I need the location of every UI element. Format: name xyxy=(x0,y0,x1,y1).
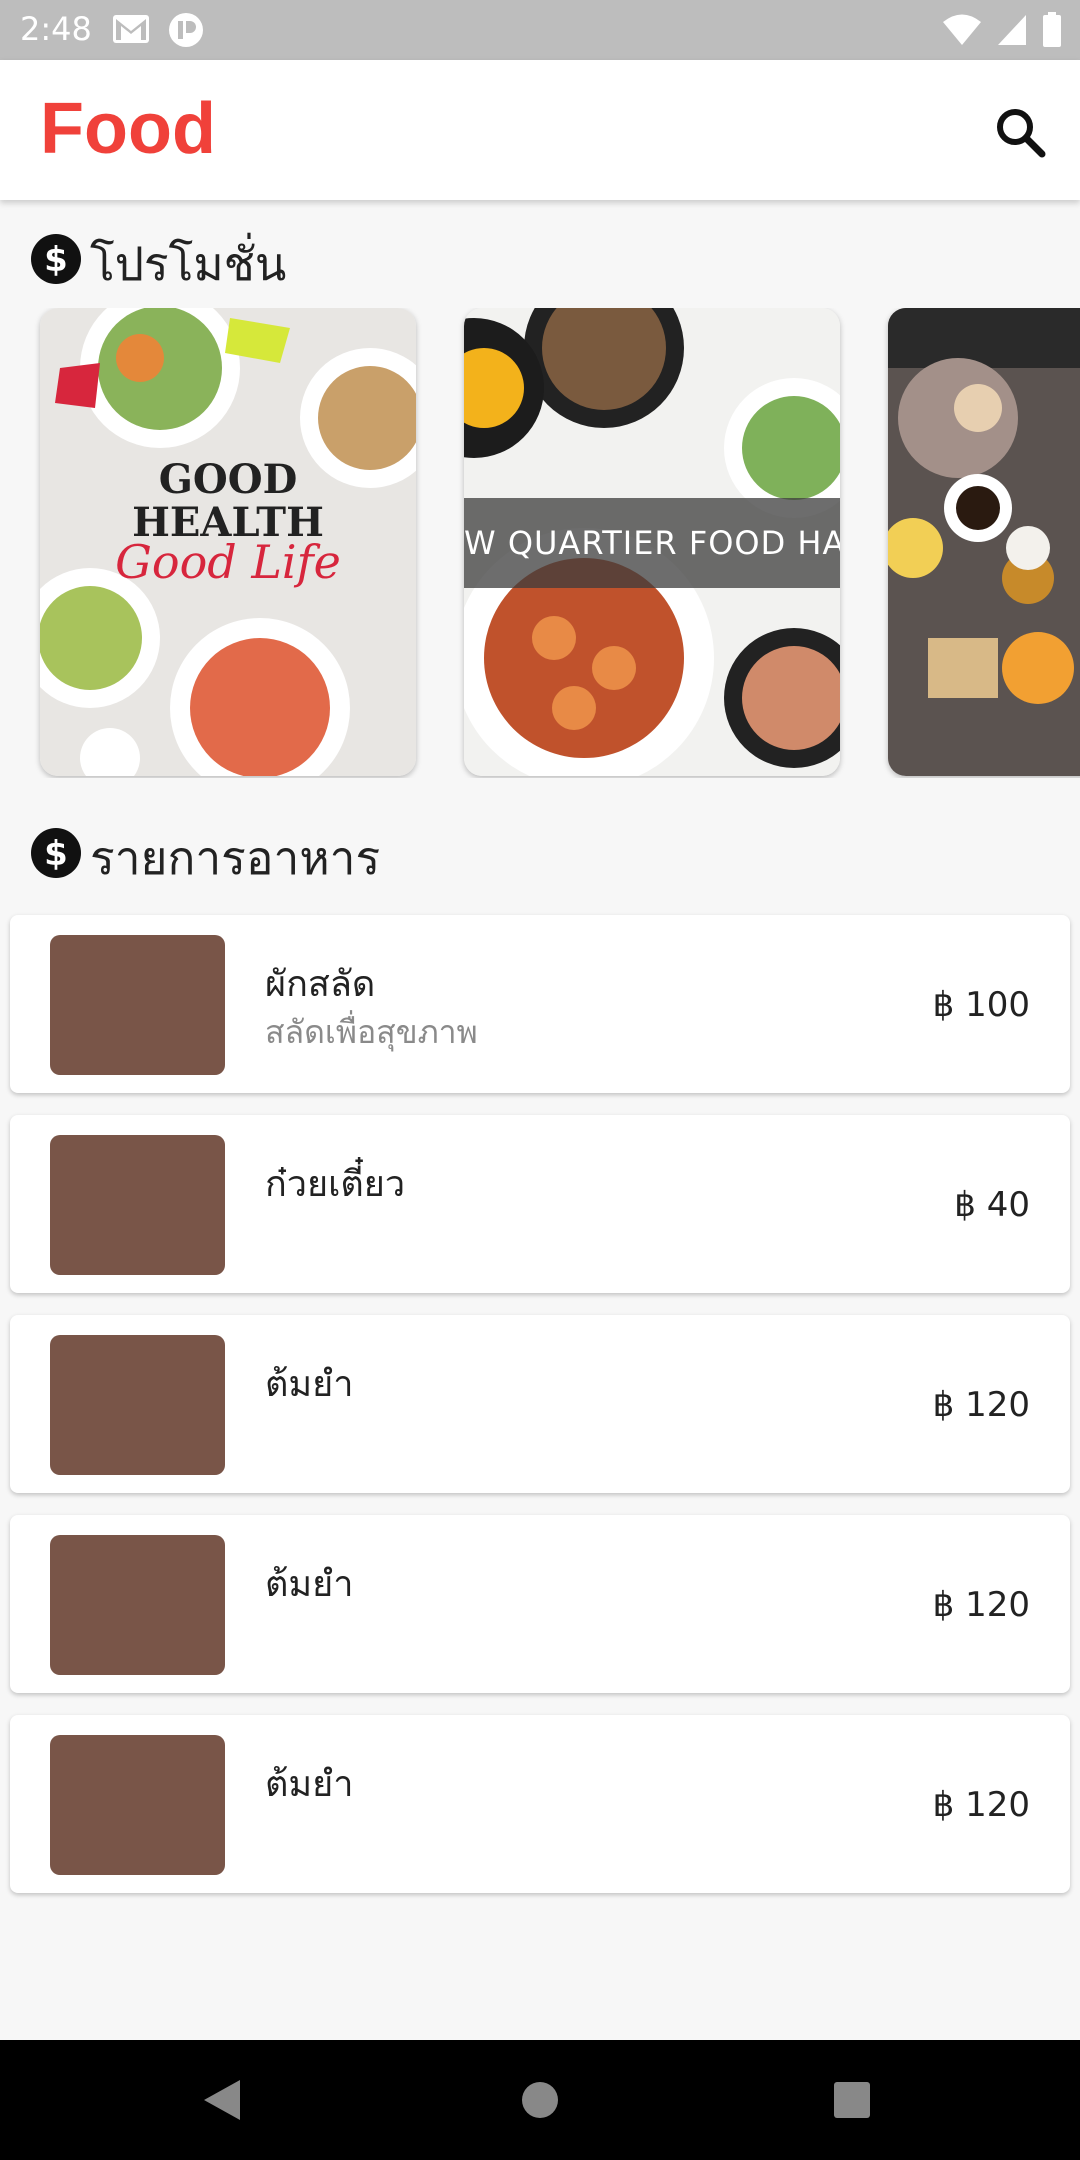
food-description: สลัดเพื่อสุขภาพ xyxy=(265,1013,478,1051)
signal-icon xyxy=(996,13,1028,51)
svg-text:Good Life: Good Life xyxy=(115,535,341,589)
breakfast-table-photo-image xyxy=(888,308,1080,776)
food-name: ต้มยำ xyxy=(265,1764,354,1805)
back-icon[interactable] xyxy=(200,2078,244,2126)
navigation-bar xyxy=(0,2040,1080,2160)
menu-item[interactable]: ต้มยำ ฿ 120 xyxy=(10,1515,1070,1693)
app-bar: Food xyxy=(0,60,1080,200)
dollar-circle-icon: $ xyxy=(30,233,82,296)
svg-text:$: $ xyxy=(44,240,68,280)
search-icon xyxy=(988,109,1052,168)
dollar-circle-icon: $ xyxy=(30,827,82,890)
promotions-carousel[interactable]: GOOD HEALTH Good Life W QUARTIER FOOD HA xyxy=(0,308,1080,778)
promo-card-food-hall[interactable]: W QUARTIER FOOD HA xyxy=(464,308,840,776)
recents-icon[interactable] xyxy=(832,2080,872,2124)
svg-text:$: $ xyxy=(44,834,68,874)
food-price: ฿ 120 xyxy=(932,1785,1030,1825)
status-time: 2:48 xyxy=(20,10,92,48)
promo-banner-text: W QUARTIER FOOD HA xyxy=(464,498,840,588)
battery-icon xyxy=(1042,12,1062,52)
promotions-header: $ โปรโมชั่น xyxy=(30,228,286,301)
food-thumbnail xyxy=(50,1135,225,1275)
gmail-icon xyxy=(112,12,150,52)
app-title: Food xyxy=(40,89,216,169)
menu-item[interactable]: ผักสลัด สลัดเพื่อสุขภาพ ฿ 100 xyxy=(10,915,1070,1093)
food-price: ฿ 120 xyxy=(932,1585,1030,1625)
food-name: ก๋วยเตี๋ยว xyxy=(265,1164,406,1205)
food-name: ต้มยำ xyxy=(265,1564,354,1605)
promo-card-breakfast[interactable] xyxy=(888,308,1080,776)
food-thumbnail xyxy=(50,935,225,1075)
food-thumbnail xyxy=(50,1535,225,1675)
svg-text:GOOD: GOOD xyxy=(159,456,298,503)
food-name: ต้มยำ xyxy=(265,1364,354,1405)
food-price: ฿ 120 xyxy=(932,1385,1030,1425)
menu-item[interactable]: ต้มยำ ฿ 120 xyxy=(10,1315,1070,1493)
search-button[interactable] xyxy=(988,100,1052,164)
menu-header: $ รายการอาหาร xyxy=(30,822,380,895)
menu-item[interactable]: ก๋วยเตี๋ยว ฿ 40 xyxy=(10,1115,1070,1293)
food-thumbnail xyxy=(50,1335,225,1475)
food-thumbnail xyxy=(50,1735,225,1875)
app-notification-icon xyxy=(168,12,204,52)
food-price: ฿ 40 xyxy=(954,1185,1030,1225)
status-bar: 2:48 xyxy=(0,0,1080,60)
home-icon[interactable] xyxy=(520,2080,560,2124)
promo-card-good-health[interactable]: GOOD HEALTH Good Life xyxy=(40,308,416,776)
promotions-title: โปรโมชั่น xyxy=(90,237,287,291)
menu-title: รายการอาหาร xyxy=(90,831,381,885)
food-name: ผักสลัด xyxy=(265,964,376,1005)
good-health-poster-image: GOOD HEALTH Good Life xyxy=(40,308,416,776)
food-price: ฿ 100 xyxy=(932,985,1030,1025)
wifi-icon xyxy=(942,13,982,51)
menu-item[interactable]: ต้มยำ ฿ 120 xyxy=(10,1715,1070,1893)
